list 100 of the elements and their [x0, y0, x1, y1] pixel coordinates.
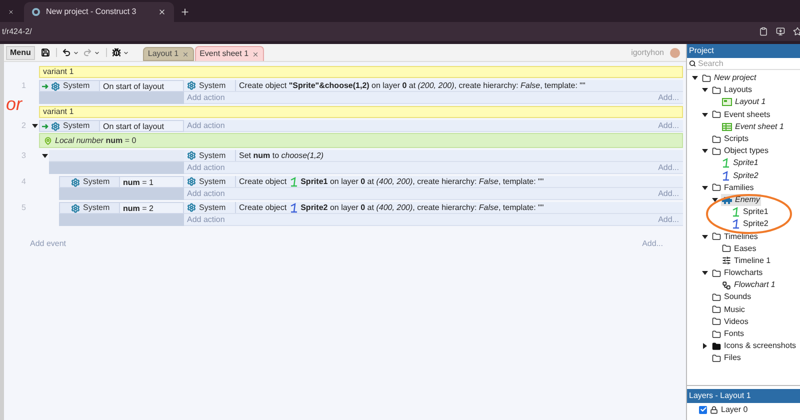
- condition-row[interactable]: System On start of layout: [39, 80, 184, 92]
- new-tab-icon[interactable]: [180, 7, 190, 17]
- caret-icon: [72, 50, 79, 56]
- comment-bar[interactable]: variant 1: [39, 66, 683, 78]
- tree-label: Eases: [734, 242, 756, 255]
- tree-item[interactable]: Layout 1: [721, 96, 767, 108]
- tree-item[interactable]: Files: [711, 352, 742, 364]
- action-text: Create object "Sprite"&choose(1,2) on layer 0 at (200, 200), create hierarchy: False, template: "": [239, 80, 586, 92]
- folder-icon: [712, 110, 721, 120]
- address-bar[interactable]: t/r424-2/: [0, 22, 800, 44]
- action-row[interactable]: System Set num to choose(1,2): [184, 150, 683, 162]
- tree-item[interactable]: Sprite2: [731, 218, 770, 230]
- tree-label: Flowchart 1: [734, 279, 776, 292]
- tree-item[interactable]: Eases: [721, 242, 758, 255]
- tree-label: Sprite2: [733, 170, 758, 182]
- tree-item[interactable]: Sprite2: [721, 170, 760, 182]
- expand-triangle-icon[interactable]: [32, 123, 38, 129]
- tree-label: Timelines: [724, 230, 758, 243]
- condition-row[interactable]: System num = 1: [59, 176, 184, 188]
- tab-title: Event sheet 1: [200, 48, 249, 60]
- clipboard-icon[interactable]: [759, 27, 768, 36]
- tree-item[interactable]: Flowcharts: [711, 267, 764, 280]
- tree-label: Files: [724, 352, 741, 364]
- condition-text: num = 1: [119, 177, 183, 187]
- event-number: 5: [20, 202, 26, 214]
- tree-item[interactable]: Layouts: [711, 84, 754, 96]
- action-text: Create object: [239, 176, 287, 188]
- tree-item[interactable]: Flowchart 1: [721, 279, 776, 292]
- gear-icon: [71, 204, 80, 212]
- star-icon[interactable]: [793, 27, 800, 36]
- expand-triangle-icon[interactable]: [702, 270, 708, 276]
- debug-icon[interactable]: [112, 48, 121, 57]
- search-field[interactable]: Search: [687, 58, 800, 70]
- folder-icon: [712, 268, 721, 278]
- expand-triangle-icon[interactable]: [712, 196, 718, 203]
- tree-item[interactable]: Videos: [711, 316, 750, 328]
- action-row[interactable]: System Create object Sprite1 on layer 0 at (400, 200), create hierarchy: False, template: "": [184, 176, 683, 188]
- folder-icon: [712, 146, 721, 156]
- expand-triangle-icon[interactable]: [42, 153, 48, 159]
- tree-label: Sprite2: [743, 218, 768, 230]
- tree-label: Layouts: [724, 84, 752, 96]
- object-name: System: [199, 80, 227, 92]
- caret-icon: [94, 50, 100, 56]
- folder-icon: [702, 74, 711, 83]
- user-name: igortyhon: [631, 46, 664, 58]
- expand-triangle-icon[interactable]: [702, 87, 708, 94]
- folder-icon: [712, 183, 721, 192]
- tree-item[interactable]: Timelines: [711, 230, 759, 243]
- condition-row[interactable]: System num = 2: [59, 202, 184, 214]
- close-icon[interactable]: [8, 8, 14, 16]
- comment-bar[interactable]: variant 1: [39, 106, 683, 118]
- event-number: 4: [20, 176, 26, 188]
- folder-icon: [712, 354, 721, 363]
- search-input[interactable]: Search: [698, 58, 788, 70]
- expand-triangle-icon[interactable]: [702, 112, 708, 118]
- editor-tab[interactable]: Layout 1: [142, 47, 194, 61]
- checkbox[interactable]: [699, 406, 707, 414]
- tree-item[interactable]: New project: [701, 72, 758, 84]
- folder-icon: [712, 305, 721, 314]
- tree-item[interactable]: Icons & screenshots: [711, 340, 798, 352]
- tree-label: Flowcharts: [724, 267, 763, 280]
- folder-icon: [712, 134, 721, 144]
- tree-item[interactable]: Object types: [711, 145, 770, 158]
- expand-triangle-icon[interactable]: [702, 234, 708, 240]
- tree-item[interactable]: Event sheets: [711, 108, 772, 121]
- expand-triangle-icon[interactable]: [702, 148, 708, 154]
- timeline-icon: [722, 256, 731, 266]
- object-name: System: [63, 80, 91, 92]
- tree-label: Scripts: [724, 133, 748, 146]
- undo-icon[interactable]: [62, 48, 71, 57]
- browser-tab[interactable]: New project - Construct 3: [24, 2, 174, 22]
- local-variable-bar[interactable]: Local number num = 0: [39, 133, 683, 148]
- lock-icon[interactable]: [710, 406, 718, 414]
- tree-item[interactable]: Scripts: [711, 133, 750, 146]
- menu-button[interactable]: Menu: [6, 46, 35, 60]
- condition-row[interactable]: System On start of layout: [39, 120, 184, 132]
- tree-item[interactable]: Music: [711, 304, 746, 316]
- action-row[interactable]: System Create object "Sprite"&choose(1,2) on layer 0 at (200, 200), create hierarchy: False, template: "": [184, 80, 683, 92]
- save-icon[interactable]: [40, 48, 50, 57]
- tree-label: Layout 1: [735, 96, 766, 108]
- folder-icon: [712, 292, 721, 302]
- gear-icon: [187, 151, 196, 160]
- event-number: 2: [20, 120, 26, 132]
- tree-item[interactable]: Timeline 1: [721, 254, 772, 267]
- expand-triangle-icon[interactable]: [702, 184, 708, 191]
- install-icon[interactable]: [776, 27, 785, 36]
- editor-tab[interactable]: Event sheet 1: [194, 46, 264, 61]
- action-row[interactable]: System Create object Sprite2 on layer 0 at (400, 200), create hierarchy: False, template: "": [184, 202, 683, 214]
- tree-item[interactable]: Sounds: [711, 291, 752, 304]
- tree-item[interactable]: Families: [711, 182, 755, 194]
- action-text: Sprite1 on layer 0 at (400, 200), create hierarchy: False, template: "": [300, 176, 544, 188]
- tree-label: Fonts: [724, 328, 744, 340]
- tree-item[interactable]: Fonts: [711, 328, 746, 340]
- collapse-triangle-icon[interactable]: [702, 343, 708, 350]
- expand-triangle-icon[interactable]: [692, 75, 698, 82]
- panel-header: Layers - Layout 1: [687, 389, 800, 403]
- tree-item[interactable]: Sprite1: [731, 206, 770, 218]
- tree-item[interactable]: Sprite1: [721, 157, 760, 170]
- action-text: Set num to choose(1,2): [239, 150, 324, 162]
- tree-item[interactable]: Event sheet 1: [721, 120, 785, 133]
